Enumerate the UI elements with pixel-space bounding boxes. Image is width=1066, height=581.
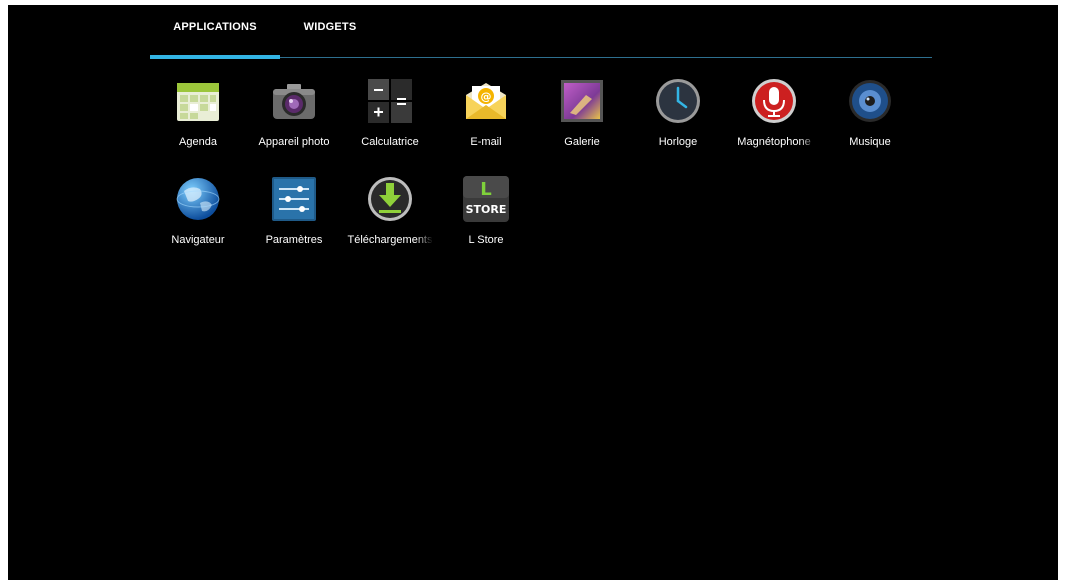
app-label: E-mail bbox=[470, 136, 502, 148]
app-galerie[interactable]: Galerie bbox=[534, 77, 630, 167]
app-label: Appareil photo bbox=[258, 136, 330, 148]
lstore-word: STORE bbox=[466, 203, 507, 216]
download-icon bbox=[366, 175, 414, 223]
app-appareil-photo[interactable]: Appareil photo bbox=[246, 77, 342, 167]
app-musique[interactable]: Musique bbox=[822, 77, 918, 167]
calculator-icon bbox=[366, 77, 414, 125]
lstore-icon: L STORE bbox=[462, 175, 510, 223]
clock-icon bbox=[654, 77, 702, 125]
tab-applications-label: APPLICATIONS bbox=[173, 21, 257, 33]
tab-widgets[interactable]: WIDGETS bbox=[290, 21, 370, 59]
app-l-store[interactable]: L STORE L Store bbox=[438, 175, 534, 265]
globe-icon bbox=[174, 175, 222, 223]
gallery-icon bbox=[558, 77, 606, 125]
app-parametres[interactable]: Paramètres bbox=[246, 175, 342, 265]
speaker-icon bbox=[846, 77, 894, 125]
tab-bar: APPLICATIONS WIDGETS bbox=[150, 5, 932, 59]
selected-tab-indicator bbox=[150, 55, 280, 59]
tab-applications[interactable]: APPLICATIONS bbox=[150, 21, 280, 59]
app-label: L Store bbox=[468, 234, 504, 246]
tab-widgets-label: WIDGETS bbox=[303, 21, 357, 33]
app-telechargements[interactable]: Téléchargements bbox=[342, 175, 438, 265]
app-email[interactable]: @ E-mail bbox=[438, 77, 534, 167]
app-label: Horloge bbox=[658, 136, 698, 148]
svg-text:@: @ bbox=[481, 90, 492, 103]
app-label: Musique bbox=[849, 136, 891, 148]
app-horloge[interactable]: Horloge bbox=[630, 77, 726, 167]
calendar-icon bbox=[174, 77, 222, 125]
app-label: Galerie bbox=[564, 136, 600, 148]
app-calculatrice[interactable]: Calculatrice bbox=[342, 77, 438, 167]
app-label: Navigateur bbox=[171, 234, 225, 246]
app-magnetophone[interactable]: Magnétophone bbox=[726, 77, 822, 167]
email-icon: @ bbox=[462, 77, 510, 125]
microphone-icon bbox=[750, 77, 798, 125]
app-label: Paramètres bbox=[265, 234, 323, 246]
app-navigateur[interactable]: Navigateur bbox=[150, 175, 246, 265]
app-agenda[interactable]: Agenda bbox=[150, 77, 246, 167]
lstore-letter: L bbox=[480, 179, 491, 200]
app-drawer-screen: APPLICATIONS WIDGETS Agenda Appareil pho… bbox=[8, 5, 1058, 580]
settings-sliders-icon bbox=[270, 175, 318, 223]
app-label: Agenda bbox=[179, 136, 217, 148]
app-label: Magnétophone bbox=[737, 136, 811, 148]
camera-icon bbox=[270, 77, 318, 125]
app-label: Calculatrice bbox=[361, 136, 419, 148]
app-label: Téléchargements bbox=[347, 234, 433, 246]
